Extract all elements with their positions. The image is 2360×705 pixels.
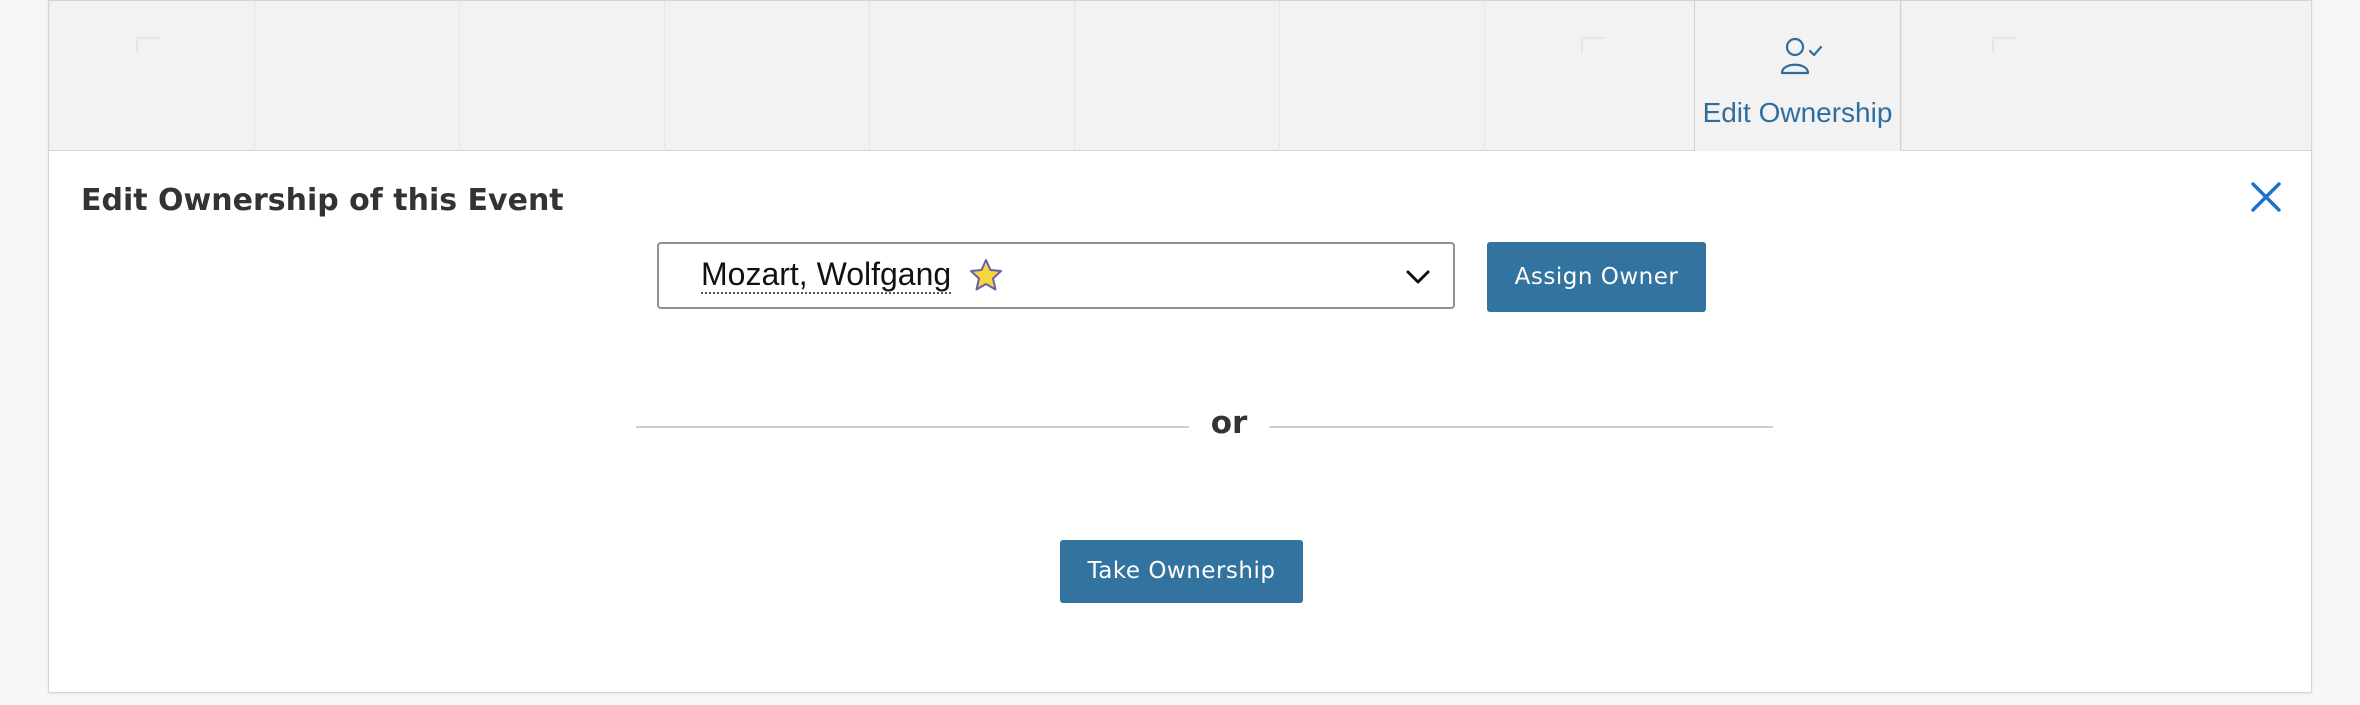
- edit-ownership-frame: Edit Ownership Edit Ownership of this Ev…: [48, 0, 2312, 693]
- or-divider-text: or: [1210, 405, 1248, 441]
- chevron-down-icon: [1406, 270, 1430, 284]
- toolbar-cell: [869, 1, 1074, 151]
- divider-line-right: [1269, 426, 1773, 428]
- owner-select-value: Mozart, Wolfgang: [701, 256, 952, 294]
- star-icon: [970, 259, 1002, 291]
- toolbar-cell: [254, 1, 459, 151]
- close-icon[interactable]: [2249, 180, 2283, 214]
- panel-title: Edit Ownership of this Event: [81, 183, 564, 218]
- toolbar-cell: [1279, 1, 1484, 151]
- toolbar-cell: [1074, 1, 1279, 151]
- user-check-icon: [1780, 37, 1823, 75]
- take-ownership-button[interactable]: Take Ownership: [1060, 540, 1303, 603]
- toolbar-cell: [49, 1, 254, 151]
- toolbar-cell: [459, 1, 664, 151]
- event-toolbar: Edit Ownership: [49, 0, 2311, 151]
- edit-ownership-tool[interactable]: Edit Ownership: [1694, 1, 1901, 151]
- edit-ownership-label: Edit Ownership: [1702, 97, 1893, 128]
- divider-line-left: [636, 426, 1189, 428]
- assign-owner-button[interactable]: Assign Owner: [1487, 242, 1706, 312]
- toolbar-cell: [1901, 1, 2106, 151]
- owner-select[interactable]: Mozart, Wolfgang: [657, 242, 1455, 309]
- toolbar-cell: [664, 1, 869, 151]
- toolbar-cell: [1484, 1, 1689, 151]
